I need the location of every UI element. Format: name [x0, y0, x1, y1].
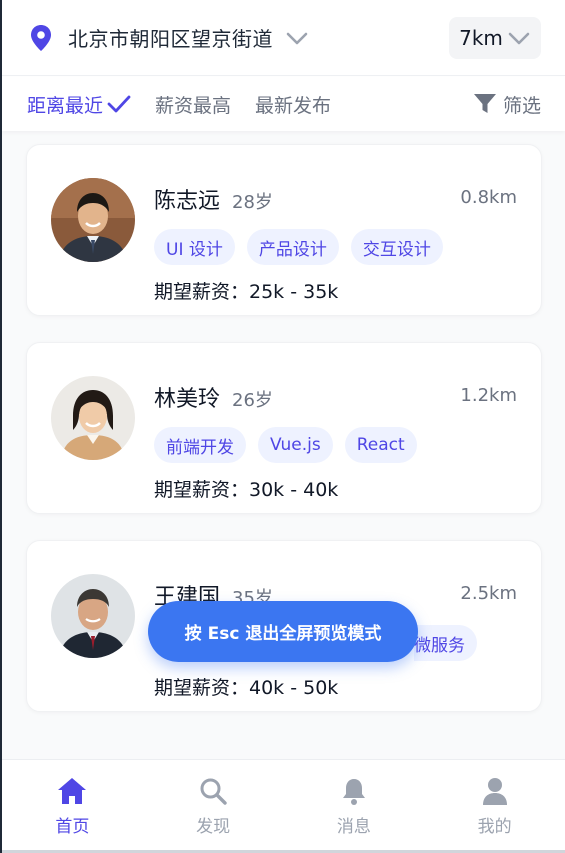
skill-tag: 前端开发 — [154, 427, 246, 463]
nav-profile[interactable]: 我的 — [424, 760, 565, 853]
filter-icon — [473, 93, 497, 115]
candidate-distance: 2.5km — [460, 583, 517, 604]
location-pin-icon — [30, 24, 52, 51]
candidate-age: 26岁 — [232, 390, 273, 411]
tab-label: 薪资最高 — [155, 94, 232, 117]
skill-tag: Vue.js — [258, 427, 333, 463]
fullscreen-exit-toast: 按 Esc 退出全屏预览模式 — [148, 601, 418, 662]
candidate-card[interactable]: 林美玲 26岁 1.2km 前端开发 Vue.js React 期望薪资：30k… — [26, 342, 542, 514]
tab-nearest[interactable]: 距离最近 — [27, 91, 131, 118]
home-icon — [57, 776, 87, 806]
expected-salary: 期望薪资：40k - 50k — [154, 677, 339, 699]
nav-home[interactable]: 首页 — [2, 760, 143, 853]
bottom-nav: 首页 发现 消息 我的 — [2, 759, 565, 853]
candidate-distance: 0.8km — [460, 187, 517, 208]
candidate-list: 陈志远 28岁 0.8km UI 设计 产品设计 交互设计 期望薪资：25k -… — [2, 131, 565, 759]
skill-tag: 微服务 — [414, 625, 477, 661]
avatar — [51, 376, 135, 460]
search-icon — [198, 776, 228, 806]
skill-tag: 交互设计 — [350, 229, 443, 265]
candidate-card[interactable]: 陈志远 28岁 0.8km UI 设计 产品设计 交互设计 期望薪资：25k -… — [26, 144, 542, 316]
chevron-down-icon — [507, 26, 531, 50]
expected-salary: 期望薪资：25k - 35k — [154, 281, 339, 303]
skill-tags: UI 设计 产品设计 交互设计 — [154, 229, 443, 265]
tab-latest[interactable]: 最新发布 — [255, 91, 331, 118]
nav-label: 消息 — [336, 817, 371, 837]
bell-icon — [339, 776, 369, 806]
window-frame-edge — [0, 0, 2, 853]
skill-tag: UI 设计 — [154, 229, 235, 265]
candidate-age: 28岁 — [232, 192, 273, 213]
tab-highest-salary[interactable]: 薪资最高 — [155, 91, 231, 118]
location-label[interactable]: 北京市朝阳区望京街道 — [68, 23, 273, 52]
candidate-name: 林美玲 — [154, 387, 221, 412]
check-icon — [107, 94, 131, 114]
nav-label: 发现 — [196, 817, 231, 837]
sort-tabs: 距离最近 薪资最高 最新发布 筛选 — [2, 77, 565, 131]
filter-button[interactable]: 筛选 — [473, 91, 541, 118]
tab-label: 距离最近 — [27, 94, 104, 117]
filter-label: 筛选 — [502, 94, 541, 117]
skill-tags: 前端开发 Vue.js React — [154, 427, 417, 463]
distance-value: 7km — [459, 25, 503, 50]
chevron-down-icon[interactable] — [285, 26, 309, 50]
skill-tag: 产品设计 — [246, 229, 339, 265]
avatar — [51, 178, 135, 262]
nav-label: 首页 — [55, 817, 90, 837]
expected-salary: 期望薪资：30k - 40k — [154, 479, 339, 501]
nav-label: 我的 — [477, 817, 512, 837]
nav-messages[interactable]: 消息 — [284, 760, 425, 853]
candidate-name: 陈志远 — [154, 189, 221, 214]
top-header: 北京市朝阳区望京街道 7km — [2, 0, 565, 76]
name-row: 林美玲 26岁 — [154, 381, 273, 413]
distance-selector[interactable]: 7km — [449, 16, 541, 59]
skill-tags: 微服务 — [414, 625, 477, 661]
avatar — [51, 574, 135, 658]
skill-tag: React — [344, 427, 417, 463]
nav-discover[interactable]: 发现 — [143, 760, 284, 853]
tab-label: 最新发布 — [255, 94, 332, 117]
candidate-distance: 1.2km — [460, 385, 517, 406]
name-row: 陈志远 28岁 — [154, 183, 273, 215]
user-icon — [480, 776, 510, 806]
